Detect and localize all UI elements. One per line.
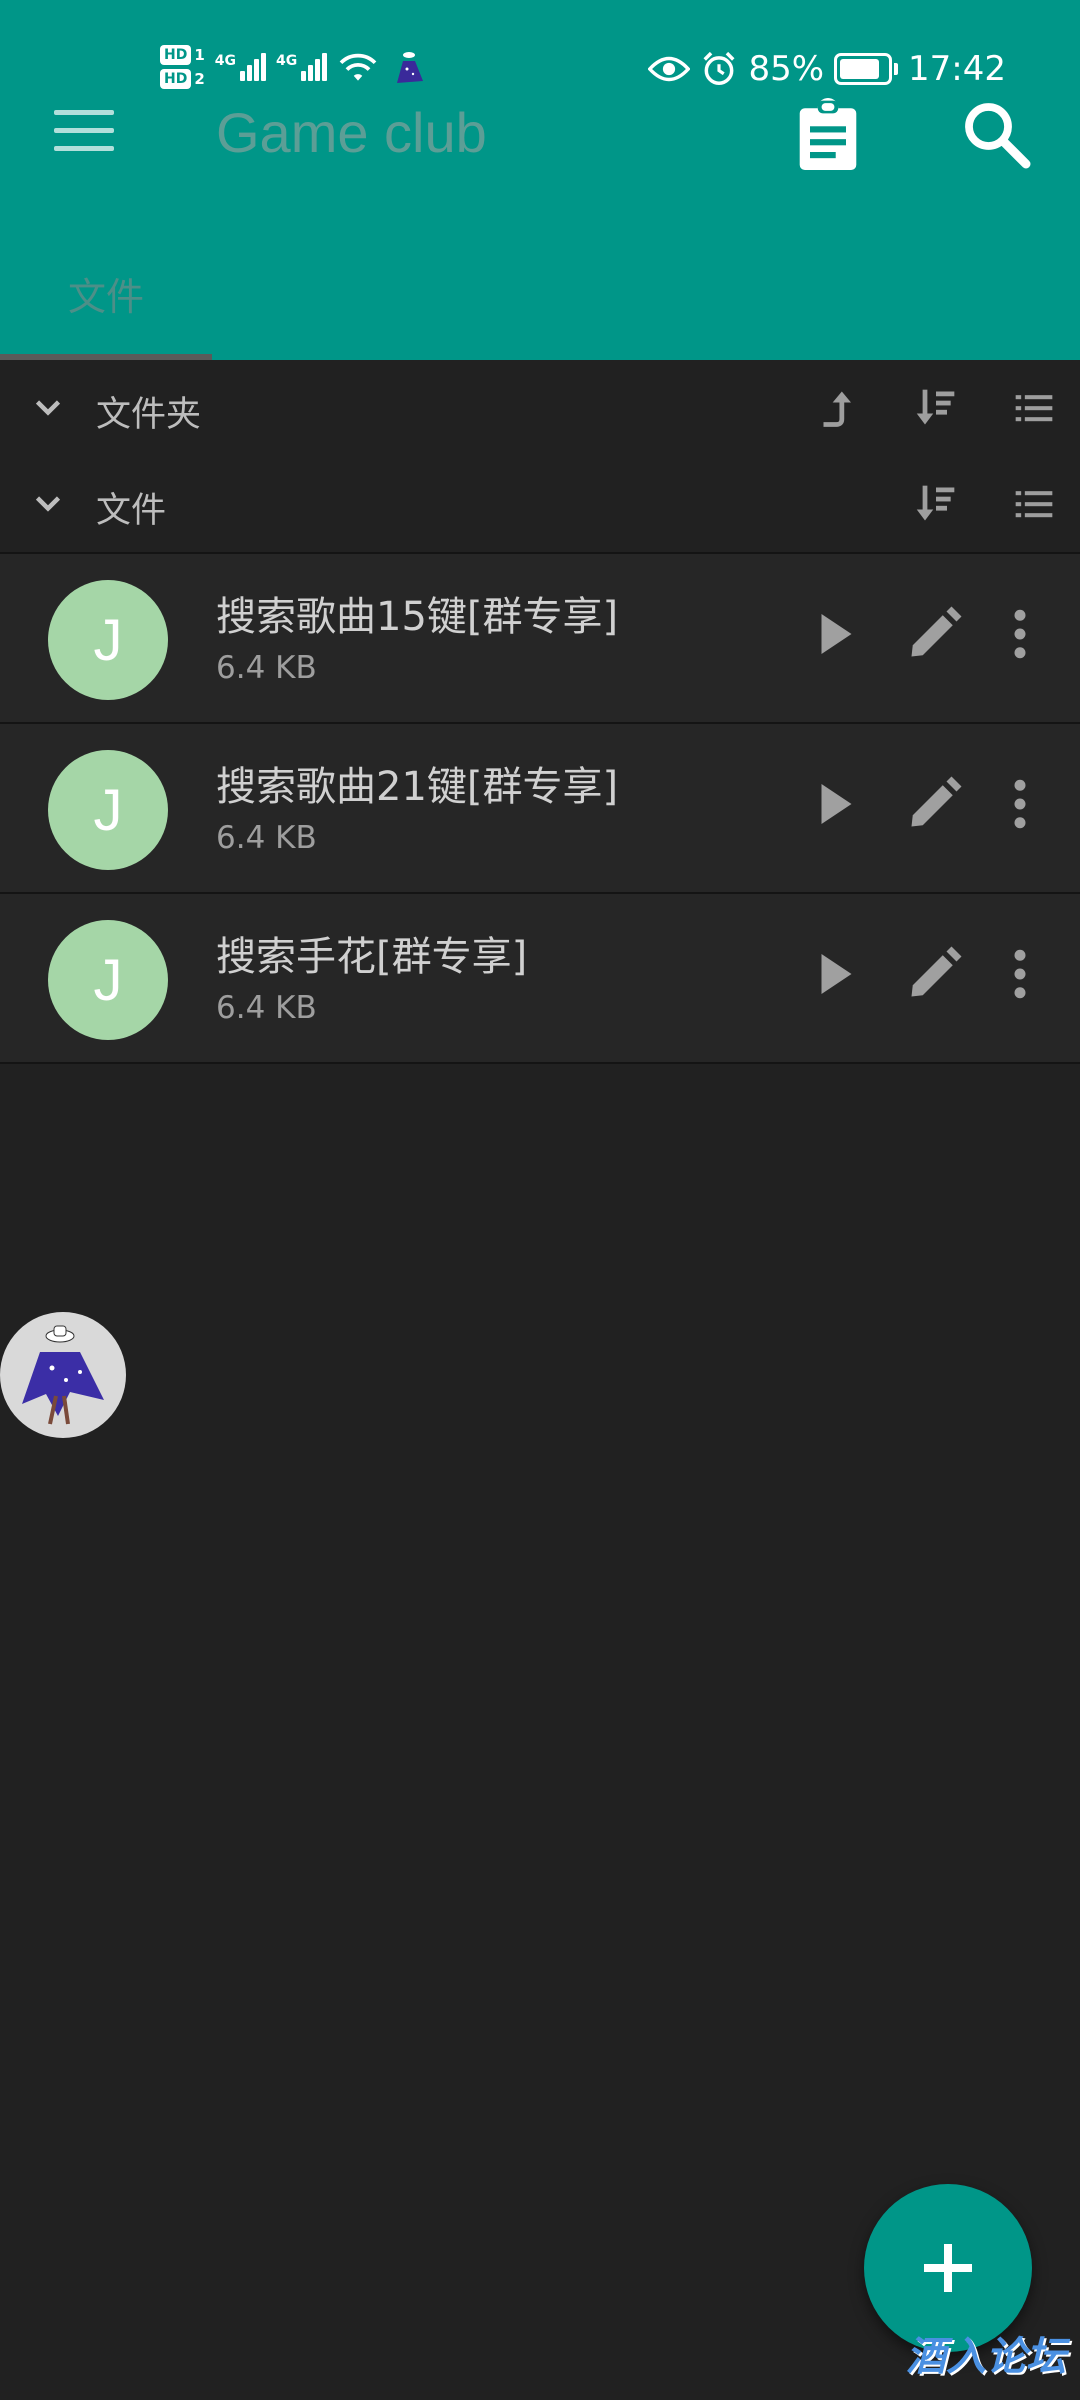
file-size: 6.4 KB — [216, 820, 317, 856]
file-size: 6.4 KB — [216, 650, 317, 686]
file-size: 6.4 KB — [216, 990, 317, 1026]
sim2-index: 2 — [194, 70, 205, 88]
files-section-header[interactable]: 文件 — [0, 456, 1080, 552]
tab-files[interactable]: 文件 — [0, 248, 212, 360]
signal-icon-2: 4G — [276, 53, 328, 81]
floating-assistant-bubble[interactable] — [0, 1312, 126, 1438]
list-view-icon[interactable] — [1012, 386, 1056, 430]
status-bar-left: HD 1 HD 2 4G 4G — [160, 36, 429, 98]
eye-comfort-icon — [648, 56, 691, 82]
menu-icon[interactable] — [54, 110, 114, 154]
file-name: 搜索歌曲21键[群专享] — [216, 764, 619, 810]
file-row[interactable]: J 搜索歌曲15键[群专享] 6.4 KB — [0, 554, 1080, 722]
file-avatar: J — [48, 750, 168, 870]
edit-icon[interactable] — [904, 774, 964, 834]
search-icon[interactable] — [960, 98, 1032, 170]
chevron-down-icon[interactable] — [30, 390, 66, 426]
sort-icon[interactable] — [914, 482, 958, 526]
navigate-up-icon[interactable] — [818, 386, 862, 430]
alarm-icon — [703, 51, 735, 85]
folders-label: 文件夹 — [96, 395, 202, 435]
sim1-index: 1 — [194, 46, 205, 64]
clipboard-icon[interactable] — [796, 98, 860, 170]
plus-icon — [924, 2244, 972, 2292]
file-row[interactable]: J 搜索手花[群专享] 6.4 KB — [0, 894, 1080, 1062]
sim2-hd-label: HD — [160, 69, 192, 89]
file-avatar: J — [48, 580, 168, 700]
file-avatar: J — [48, 920, 168, 1040]
file-name: 搜索歌曲15键[群专享] — [216, 594, 619, 640]
app-title: Game club — [216, 101, 487, 164]
sim1-hd-label: HD — [160, 45, 192, 65]
sim-indicators: HD 1 HD 2 — [160, 45, 205, 89]
signal-icon-1: 4G — [214, 53, 267, 81]
network-type-2: 4G — [276, 53, 298, 69]
file-name: 搜索手花[群专享] — [216, 934, 528, 980]
chevron-down-icon[interactable] — [30, 486, 66, 522]
more-options-icon[interactable] — [990, 944, 1050, 1004]
wifi-icon — [339, 53, 377, 81]
play-icon[interactable] — [804, 944, 864, 1004]
more-options-icon[interactable] — [990, 604, 1050, 664]
watermark-text: 酒入论坛 — [906, 2334, 1066, 2380]
folders-section-header[interactable]: 文件夹 — [0, 360, 1080, 456]
app-notification-icon — [397, 52, 424, 83]
network-type-1: 4G — [214, 53, 237, 69]
sim1-indicator: HD 1 — [160, 45, 205, 65]
sort-icon[interactable] — [914, 386, 958, 430]
edit-icon[interactable] — [904, 604, 964, 664]
edit-icon[interactable] — [904, 944, 964, 1004]
character-icon — [22, 1325, 104, 1425]
status-bar-right: 85% 17:42 — [648, 44, 1006, 94]
list-view-icon[interactable] — [1012, 482, 1056, 526]
sim2-indicator: HD 2 — [160, 69, 205, 89]
play-icon[interactable] — [804, 604, 864, 664]
divider — [0, 1062, 1080, 1064]
clock: 17:42 — [908, 49, 1006, 89]
files-label: 文件 — [96, 491, 167, 531]
tab-files-label: 文件 — [68, 275, 145, 319]
play-icon[interactable] — [804, 774, 864, 834]
file-row[interactable]: J 搜索歌曲21键[群专享] 6.4 KB — [0, 724, 1080, 892]
battery-icon — [834, 53, 899, 85]
more-options-icon[interactable] — [990, 774, 1050, 834]
app-bar: HD 1 HD 2 4G 4G 85% 17:42 Game club 文件 — [0, 0, 1080, 360]
battery-percent: 85% — [748, 49, 825, 89]
